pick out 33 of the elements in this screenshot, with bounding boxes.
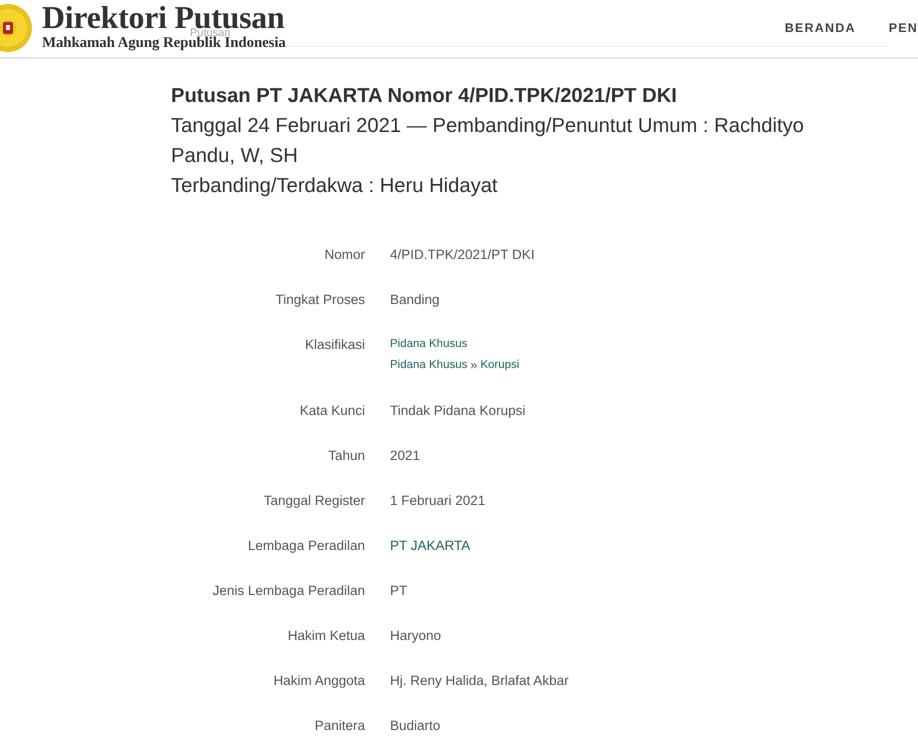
site-title[interactable]: Direktori Putusan bbox=[42, 7, 284, 29]
field-label: Hakim Ketua bbox=[288, 627, 365, 645]
decision-title: Putusan PT JAKARTA Nomor 4/PID.TPK/2021/PT DKI bbox=[171, 84, 678, 109]
nav-link[interactable]: PEN bbox=[888, 21, 918, 36]
field-value: PT bbox=[390, 582, 408, 600]
field-label: Lembaga Peradilan bbox=[248, 537, 365, 555]
field-value: Hj. Reny Halida, Brlafat Akbar bbox=[390, 672, 569, 690]
classification-link[interactable]: Pidana Khusus bbox=[390, 334, 468, 355]
field-label: Tahun bbox=[328, 447, 365, 465]
field-value: Haryono bbox=[390, 627, 442, 645]
classification-link[interactable]: Pidana Khusus bbox=[390, 355, 468, 376]
field-label: Jenis Lembaga Peradilan bbox=[212, 582, 365, 600]
field-label: Nomor bbox=[324, 246, 365, 264]
decision-subtitle: Terbanding/Terdakwa : Heru Hidayat bbox=[171, 174, 499, 199]
field-value: 1 Februari 2021 bbox=[390, 492, 486, 510]
breadcrumb-separator: » bbox=[470, 357, 478, 374]
field-value: Tindak Pidana Korupsi bbox=[390, 402, 526, 420]
field-label: Klasifikasi bbox=[304, 336, 365, 354]
field-label: Panitera bbox=[314, 717, 365, 735]
faded-label: Putusan bbox=[190, 29, 230, 37]
decision-subtitle: Tanggal 24 Februari 2021 — Pembanding/Penuntut Umum : Rachdityo Pandu, W, SH bbox=[171, 114, 805, 169]
field-value: 4/PID.TPK/2021/PT DKI bbox=[390, 246, 535, 264]
nav-link[interactable]: BERANDA bbox=[784, 21, 856, 36]
field-label: Tanggal Register bbox=[264, 492, 365, 510]
classification-link[interactable]: Korupsi bbox=[480, 355, 520, 376]
site-subtitle: Mahkamah Agung Republik Indonesia bbox=[42, 37, 286, 49]
field-value: Banding bbox=[390, 291, 440, 309]
field-label: Hakim Anggota bbox=[273, 672, 365, 690]
court-link[interactable]: PT JAKARTA bbox=[390, 535, 470, 556]
field-value: Budiarto bbox=[390, 717, 440, 735]
field-value: 2021 bbox=[390, 447, 420, 465]
field-label: Kata Kunci bbox=[300, 402, 365, 420]
field-label: Tingkat Proses bbox=[275, 291, 365, 309]
